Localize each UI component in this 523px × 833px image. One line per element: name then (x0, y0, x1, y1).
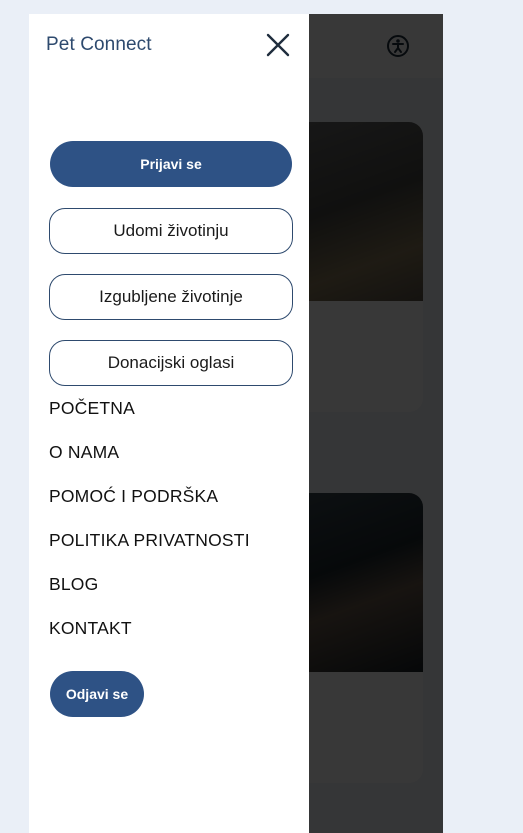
brand-title: Pet Connect (46, 34, 152, 55)
nav-item-help-support[interactable]: POMOĆ I PODRŠKA (49, 486, 218, 507)
adopt-animal-button[interactable]: Udomi životinju (49, 208, 293, 254)
lost-animals-button[interactable]: Izgubljene životinje (49, 274, 293, 320)
nav-item-about[interactable]: O NAMA (49, 442, 119, 463)
nav-item-privacy-policy[interactable]: POLITIKA PRIVATNOSTI (49, 530, 250, 551)
logout-button[interactable]: Odjavi se (50, 671, 144, 717)
navigation-drawer: Pet Connect Prijavi se Udomi životinju I… (29, 14, 309, 833)
nav-item-contact[interactable]: KONTAKT (49, 618, 132, 639)
close-icon (266, 33, 290, 57)
nav-item-blog[interactable]: BLOG (49, 574, 98, 595)
donation-ads-button[interactable]: Donacijski oglasi (49, 340, 293, 386)
login-button[interactable]: Prijavi se (50, 141, 292, 187)
close-button[interactable] (265, 32, 291, 58)
nav-item-home[interactable]: POČETNA (49, 398, 135, 419)
